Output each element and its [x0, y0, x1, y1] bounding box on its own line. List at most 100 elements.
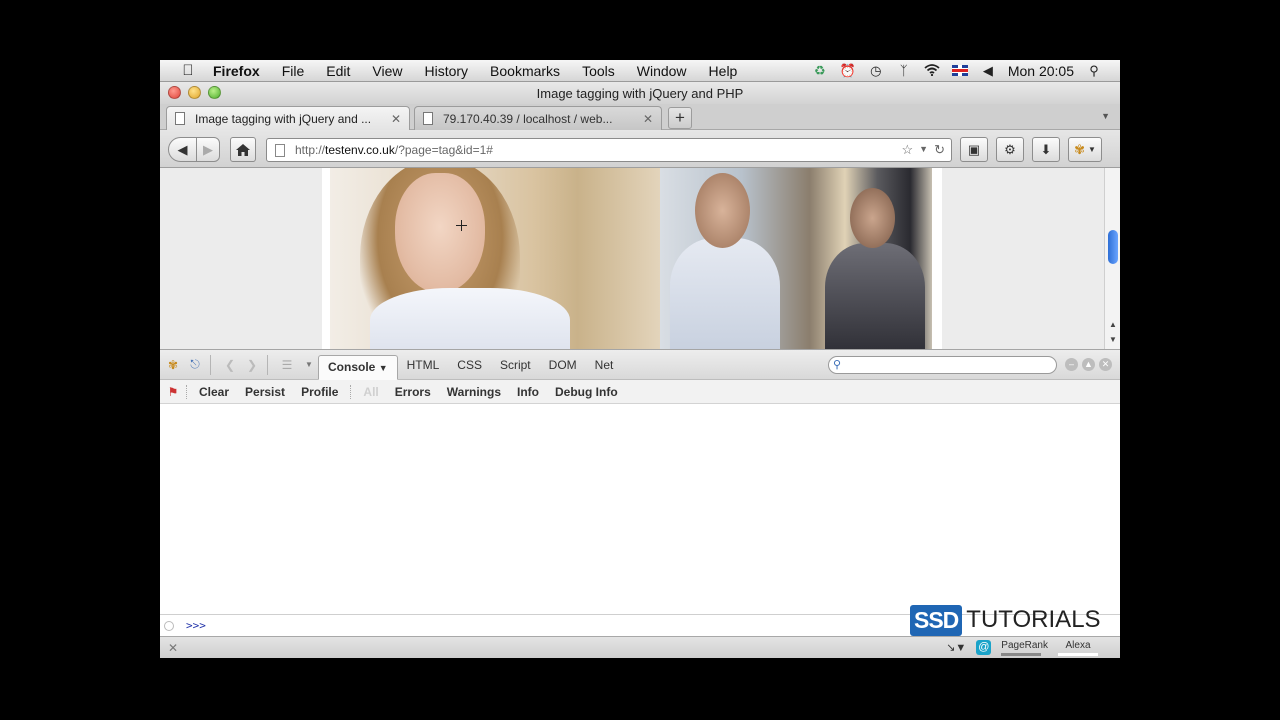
tab-label: Image tagging with jQuery and ... [195, 111, 372, 126]
list-icon[interactable]: ☰ [278, 358, 296, 372]
photo-woman-shirt [370, 288, 570, 349]
persist-button[interactable]: Persist [237, 385, 293, 399]
menu-app[interactable]: Firefox [202, 63, 271, 79]
tab-close-icon[interactable]: ✕ [643, 112, 653, 126]
firebug-bug-icon: ✾ [1074, 141, 1085, 157]
menu-history[interactable]: History [413, 63, 479, 79]
console-log-panel [160, 404, 1120, 614]
back-button[interactable]: ◀ [168, 137, 197, 162]
tab-phpmyadmin[interactable]: 79.170.40.39 / localhost / web... ✕ [414, 106, 662, 130]
reload-icon[interactable]: ↻ [934, 142, 945, 158]
alarm-clock-icon[interactable]: ⏰ [840, 63, 856, 79]
page-vertical-scrollbar[interactable]: ▲ ▼ [1104, 168, 1120, 349]
console-prompt: >>> [186, 619, 206, 632]
inspect-element-icon[interactable]: ⎋ [186, 357, 204, 372]
filter-warnings-button[interactable]: Warnings [439, 385, 509, 399]
menu-view[interactable]: View [361, 63, 413, 79]
url-bar-actions: ☆ ▼ ↻ [902, 142, 951, 158]
download-arrow-icon: ⬇ [1040, 141, 1052, 157]
firebug-toolbar: ✾ ⎋ ❮ ❯ ☰ ▼ Console ▼ HTML CSS Script DO… [160, 349, 1120, 380]
tab-dom[interactable]: DOM [540, 358, 586, 372]
tab-console-label: Console [328, 360, 376, 374]
tab-image-tagging[interactable]: Image tagging with jQuery and ... ✕ [166, 106, 410, 130]
status-bar: ✕ ↘▼ @ PageRank Alexa [160, 636, 1120, 658]
bookmark-star-icon[interactable]: ☆ [902, 142, 914, 158]
volume-icon[interactable]: ◀ [980, 63, 996, 79]
page-viewport[interactable] [160, 168, 1104, 349]
screen:  Firefox File Edit View History Bookmar… [160, 60, 1120, 658]
chevron-down-icon: ▼ [378, 363, 388, 373]
tab-close-icon[interactable]: ✕ [391, 112, 401, 126]
forward-button[interactable]: ▶ [196, 137, 220, 162]
cursor-tool-icon[interactable]: ↘▼ [946, 641, 966, 654]
firebug-detach-button[interactable]: ▲ [1082, 358, 1095, 371]
tab-html[interactable]: HTML [398, 358, 449, 372]
menu-edit[interactable]: Edit [315, 63, 361, 79]
console-options-icon[interactable]: ⚑ [164, 385, 182, 399]
pagerank-widget[interactable]: PageRank [1001, 640, 1048, 656]
bluetooth-icon[interactable]: ᛉ [896, 63, 912, 79]
firebug-search-input[interactable]: ⚲ [828, 356, 1057, 374]
back-arrow-icon[interactable]: ❮ [221, 358, 239, 372]
window-minimize-button[interactable] [188, 86, 201, 99]
window-close-button[interactable] [168, 86, 181, 99]
photo-woman[interactable] [330, 168, 660, 349]
site-identity-icon[interactable] [275, 143, 285, 157]
history-dropdown-icon[interactable]: ▼ [919, 142, 928, 158]
profile-button[interactable]: Profile [293, 385, 346, 399]
time-machine-icon[interactable]: ◷ [868, 63, 884, 79]
window-titlebar: Image tagging with jQuery and PHP [160, 82, 1120, 104]
sync-icon[interactable]: ♻ [812, 63, 828, 79]
tab-net[interactable]: Net [586, 358, 623, 372]
firebug-button[interactable]: ✾ ▼ [1068, 137, 1102, 162]
crosshair-cursor-icon [456, 220, 467, 231]
window-zoom-button[interactable] [208, 86, 221, 99]
firebug-minimize-button[interactable]: – [1065, 358, 1078, 371]
home-icon [236, 143, 250, 156]
chevron-down-icon[interactable]: ▼ [300, 360, 318, 369]
scroll-down-icon[interactable]: ▼ [1109, 335, 1117, 344]
home-button[interactable] [230, 137, 256, 162]
firebug-close-button[interactable]: ✕ [1099, 358, 1112, 371]
window-controls [168, 86, 221, 99]
menu-bookmarks[interactable]: Bookmarks [479, 63, 571, 79]
filter-info-button[interactable]: Info [509, 385, 547, 399]
at-sign-icon[interactable]: @ [976, 640, 992, 655]
filter-errors-button[interactable]: Errors [387, 385, 439, 399]
toolbar-divider [210, 354, 211, 375]
tab-css[interactable]: CSS [448, 358, 491, 372]
spotlight-search-icon[interactable]: ⚲ [1086, 63, 1102, 79]
bookmarks-button[interactable]: ▣ [960, 137, 988, 162]
tab-label: 79.170.40.39 / localhost / web... [443, 111, 613, 126]
firebug-menu-icon[interactable]: ✾ [164, 358, 182, 372]
wifi-icon[interactable] [924, 63, 940, 79]
command-line-toggle-icon[interactable] [164, 620, 174, 631]
clear-button[interactable]: Clear [191, 385, 237, 399]
menubar-clock[interactable]: Mon 20:05 [1008, 63, 1074, 79]
scroll-up-icon[interactable]: ▲ [1109, 320, 1117, 329]
filter-debug-info-button[interactable]: Debug Info [547, 385, 626, 399]
tab-console[interactable]: Console ▼ [318, 355, 398, 380]
alexa-widget[interactable]: Alexa [1058, 640, 1098, 656]
url-bar[interactable]: http:// testenv.co.uk /?page=tag&id=1# ☆… [266, 138, 952, 162]
page-icon [175, 112, 185, 125]
menu-file[interactable]: File [271, 63, 316, 79]
menu-help[interactable]: Help [698, 63, 749, 79]
input-source-flag-icon[interactable] [951, 65, 968, 76]
filter-all-button[interactable]: All [355, 385, 386, 399]
photo-businessmen[interactable] [660, 168, 932, 349]
settings-button[interactable]: ⚙ [996, 137, 1024, 162]
tab-list-chevron-icon[interactable]: ▼ [1101, 111, 1110, 121]
menu-window[interactable]: Window [626, 63, 698, 79]
toolbar-divider [186, 384, 187, 399]
navigation-toolbar: ◀ ▶ http:// testenv.co.uk /?page=tag&id=… [160, 130, 1120, 168]
new-tab-button[interactable]: + [668, 107, 692, 129]
scrollbar-thumb[interactable] [1108, 230, 1118, 264]
close-addon-bar-icon[interactable]: ✕ [168, 641, 178, 655]
photo-woman-face [395, 173, 485, 293]
forward-arrow-icon[interactable]: ❯ [243, 358, 261, 372]
apple-icon[interactable]:  [174, 62, 202, 79]
downloads-button[interactable]: ⬇ [1032, 137, 1060, 162]
tab-script[interactable]: Script [491, 358, 540, 372]
menu-tools[interactable]: Tools [571, 63, 626, 79]
